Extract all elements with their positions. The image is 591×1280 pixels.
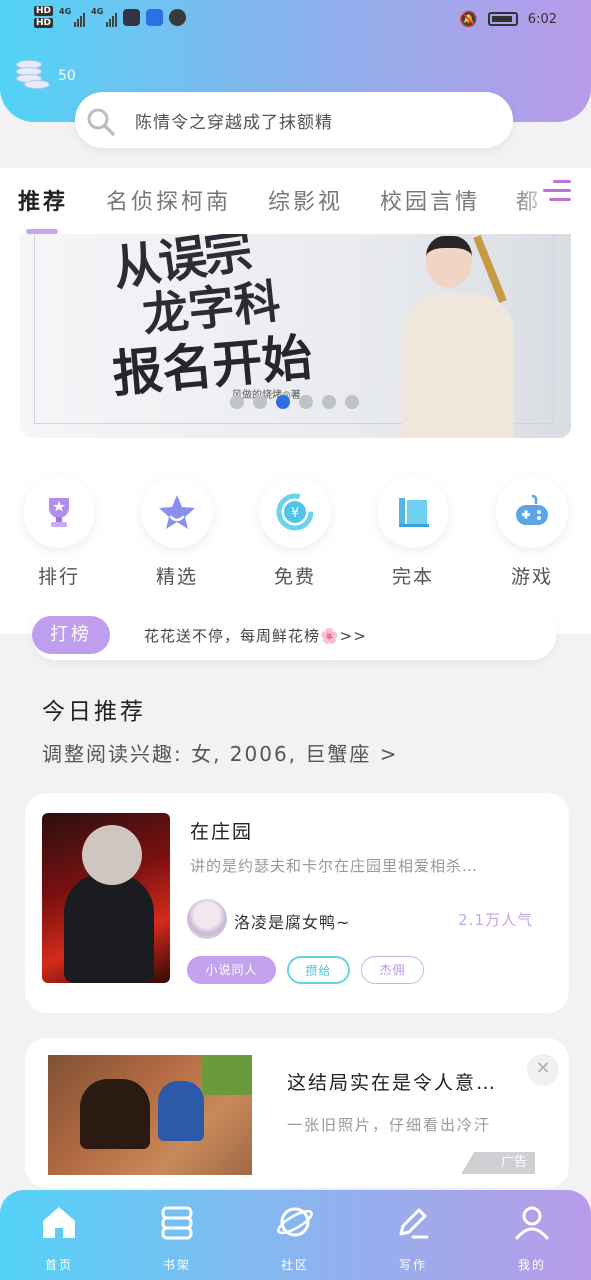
quick-entry-label: 免费 — [273, 566, 316, 588]
pen-icon — [399, 1208, 429, 1239]
banner-dot[interactable] — [253, 395, 267, 409]
quick-entry-completed[interactable]: 完本 — [377, 476, 449, 589]
planet-icon — [277, 1207, 313, 1237]
author-name[interactable]: 洛凌是腐女鸭~ — [234, 909, 350, 933]
gamepad-icon — [516, 494, 548, 525]
book-card[interactable]: 在庄园 讲的是约瑟夫和卡尔在庄园里相爱相杀… 洛凌是腐女鸭~ 2.1万人气 小说… — [25, 793, 569, 1013]
svg-text:¥: ¥ — [291, 506, 299, 521]
status-bar: HD HD 4G 4G 🔕 6:02 — [0, 0, 591, 44]
tab-campus-romance[interactable]: 校园言情 — [380, 184, 480, 216]
nav-label: 书架 — [162, 1258, 191, 1272]
book-tag[interactable]: 小说同人 — [187, 956, 276, 984]
book-title[interactable]: 在庄园 — [190, 817, 253, 844]
home-icon — [43, 1207, 75, 1238]
search-placeholder: 陈情令之穿越成了抹额精 — [135, 112, 333, 133]
hd-label-1: HD — [34, 6, 54, 16]
coin-balance[interactable]: 50 — [16, 60, 76, 92]
nav-profile[interactable]: 我的 — [492, 1202, 572, 1273]
quick-entry-ranking[interactable]: 排行 — [23, 476, 95, 589]
search-icon — [87, 108, 115, 136]
ad-image[interactable] — [48, 1055, 252, 1175]
signal-icon: 4G — [59, 7, 86, 27]
banner-pagination — [230, 395, 359, 409]
quick-entry-label: 游戏 — [510, 566, 553, 588]
section-title: 今日推荐 — [42, 699, 146, 725]
ranking-tag: 打榜 — [32, 616, 110, 654]
quick-entry-featured[interactable]: 精选 — [141, 476, 213, 589]
book-tag[interactable]: 攒给 — [287, 956, 350, 984]
quick-entry-label: 精选 — [155, 566, 198, 588]
close-icon[interactable]: ✕ — [527, 1054, 559, 1086]
star-icon — [159, 495, 195, 529]
app-notification-icon — [123, 8, 141, 26]
shield-icon — [146, 8, 164, 26]
mute-bell-icon: 🔕 — [459, 10, 478, 28]
category-menu-icon[interactable] — [543, 180, 573, 206]
book-popularity: 2.1万人气 — [458, 911, 533, 929]
banner-dot-active[interactable] — [276, 395, 290, 409]
quick-entry-free[interactable]: ¥ 免费 — [259, 476, 331, 589]
nav-write[interactable]: 写作 — [373, 1202, 453, 1273]
ranking-text: 花花送不停，每周鲜花榜🌸>> — [144, 627, 367, 645]
banner-dot[interactable] — [322, 395, 336, 409]
battery-icon — [487, 12, 518, 26]
tab-film-tv[interactable]: 综影视 — [268, 184, 343, 216]
bookshelf-icon — [161, 1206, 193, 1240]
ad-description: 一张旧照片，仔细看出冷汗 — [287, 1116, 492, 1134]
nav-label: 社区 — [280, 1258, 309, 1272]
tab-recommend[interactable]: 推荐 — [18, 184, 68, 216]
bottom-navigation: 首页 书架 社区 写作 我的 — [0, 1190, 591, 1280]
promo-banner[interactable]: 从误宗 龙字科 报名开始 风做的烧烤◎著 — [20, 234, 571, 438]
category-tabs: 推荐 名侦探柯南 综影视 校园言情 都 — [0, 168, 591, 234]
search-bar[interactable]: 陈情令之穿越成了抹额精 — [75, 92, 513, 148]
network-label-1: 4G — [59, 7, 72, 16]
book-tag[interactable]: 杰佣 — [361, 956, 424, 984]
hd-label-2: HD — [34, 18, 54, 28]
ranking-banner[interactable]: 打榜 花花送不停，每周鲜花榜🌸>> — [32, 612, 556, 660]
nav-home[interactable]: 首页 — [19, 1202, 99, 1273]
author-avatar[interactable] — [187, 899, 227, 939]
user-icon — [515, 1206, 549, 1240]
nav-bookshelf[interactable]: 书架 — [137, 1202, 217, 1273]
network-label-2: 4G — [91, 7, 104, 16]
status-time: 6:02 — [527, 11, 557, 27]
quick-entry-games[interactable]: 游戏 — [496, 476, 568, 589]
ad-title[interactable]: 这结局实在是令人意… — [287, 1068, 497, 1095]
yuan-icon: ¥ — [276, 493, 314, 531]
ad-badge: 广告 — [461, 1152, 535, 1174]
wechat-icon — [169, 8, 187, 26]
tab-detective-conan[interactable]: 名侦探柯南 — [106, 184, 231, 216]
banner-character-image — [396, 234, 516, 438]
coins-icon — [16, 60, 50, 92]
signal-icon-2: 4G — [91, 7, 118, 27]
book-description: 讲的是约瑟夫和卡尔在庄园里相爱相杀… — [190, 857, 479, 875]
book-icon — [399, 498, 429, 527]
nav-label: 我的 — [517, 1258, 546, 1272]
coins-count: 50 — [58, 68, 76, 84]
ad-card[interactable]: 这结局实在是令人意… 一张旧照片，仔细看出冷汗 ✕ 广告 — [25, 1038, 569, 1188]
banner-dot[interactable] — [230, 395, 244, 409]
nav-label: 首页 — [44, 1258, 73, 1272]
banner-dot[interactable] — [345, 395, 359, 409]
quick-entry-label: 完本 — [391, 566, 434, 588]
book-cover[interactable] — [42, 813, 170, 983]
reading-interest-link[interactable]: 调整阅读兴趣: 女, 2006, 巨蟹座 > — [42, 738, 399, 767]
trophy-icon — [49, 498, 69, 527]
hd-indicator: HD HD — [34, 6, 54, 28]
banner-dot[interactable] — [299, 395, 313, 409]
quick-entry-label: 排行 — [37, 566, 80, 588]
nav-label: 写作 — [398, 1258, 427, 1272]
nav-community[interactable]: 社区 — [255, 1202, 335, 1273]
